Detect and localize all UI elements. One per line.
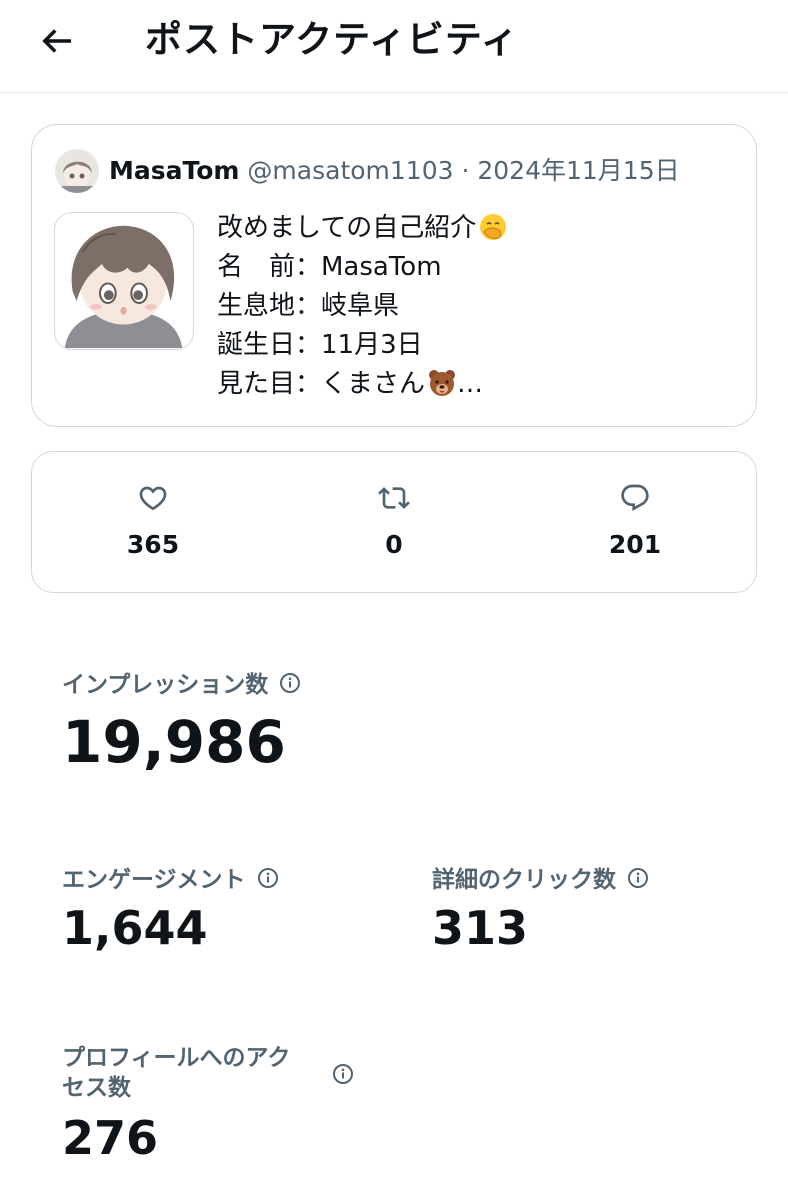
post-date: 2024年11月15日 <box>477 156 680 185</box>
post-line: 名 前：MasaTom <box>217 252 442 282</box>
author-handle[interactable]: @masatom1103 <box>247 156 453 185</box>
likes-stat[interactable]: 365 <box>93 482 213 562</box>
likes-count: 365 <box>126 530 180 559</box>
info-icon[interactable] <box>256 866 280 890</box>
post-text: 改めましての自己紹介 名 前：MasaTom 生息地：岐阜県 誕生日：11月3日… <box>217 209 508 404</box>
reposts-stat[interactable]: 0 <box>334 482 454 562</box>
top-bar: ポストアクティビティ <box>0 0 788 93</box>
heart-icon <box>139 486 167 511</box>
back-button[interactable] <box>36 20 78 62</box>
repost-icon <box>378 487 410 509</box>
replies-stat[interactable]: 201 <box>575 482 695 562</box>
profile-visits-value: 276 <box>62 1111 159 1165</box>
post-line: 見た目：くまさん… <box>217 368 484 399</box>
info-icon[interactable] <box>626 866 650 890</box>
impressions-value: 19,986 <box>62 708 286 776</box>
info-icon[interactable] <box>278 671 302 695</box>
arrow-left-icon <box>42 29 71 53</box>
profile-visits-label: プロフィールへのアク セス数 <box>62 1045 291 1101</box>
post-line: 改めましての自己紹介 <box>217 209 508 248</box>
detail-clicks-value: 313 <box>432 901 529 955</box>
post-line: 生息地：岐阜県 <box>217 291 400 321</box>
author-avatar[interactable] <box>55 149 99 193</box>
reposts-count: 0 <box>385 530 403 559</box>
post-image-thumbnail[interactable] <box>54 212 194 350</box>
author-name[interactable]: MasaTom <box>109 156 239 185</box>
info-icon[interactable] <box>331 1062 355 1086</box>
page-title: ポストアクティビティ <box>145 18 519 61</box>
post-line: 誕生日：11月3日 <box>217 330 423 360</box>
meta-separator: · <box>461 156 470 185</box>
bear-face-emoji <box>427 368 457 398</box>
impressions-label: インプレッション数 <box>62 670 302 700</box>
engagements-label: エンゲージメント <box>62 865 280 895</box>
detail-clicks-label: 詳細のクリック数 <box>432 865 650 895</box>
post-author-line: MasaTom @masatom1103 · 2024年11月15日 <box>109 153 680 189</box>
engagement-stats-card: 365 0 201 <box>31 451 757 593</box>
truncation-ellipsis: … <box>457 369 484 399</box>
post-preview-card[interactable]: MasaTom @masatom1103 · 2024年11月15日 改めまして… <box>31 124 757 427</box>
engagements-value: 1,644 <box>62 901 208 955</box>
face-with-hand-over-mouth-emoji <box>478 212 508 242</box>
reply-icon <box>621 484 649 511</box>
replies-count: 201 <box>608 530 662 559</box>
